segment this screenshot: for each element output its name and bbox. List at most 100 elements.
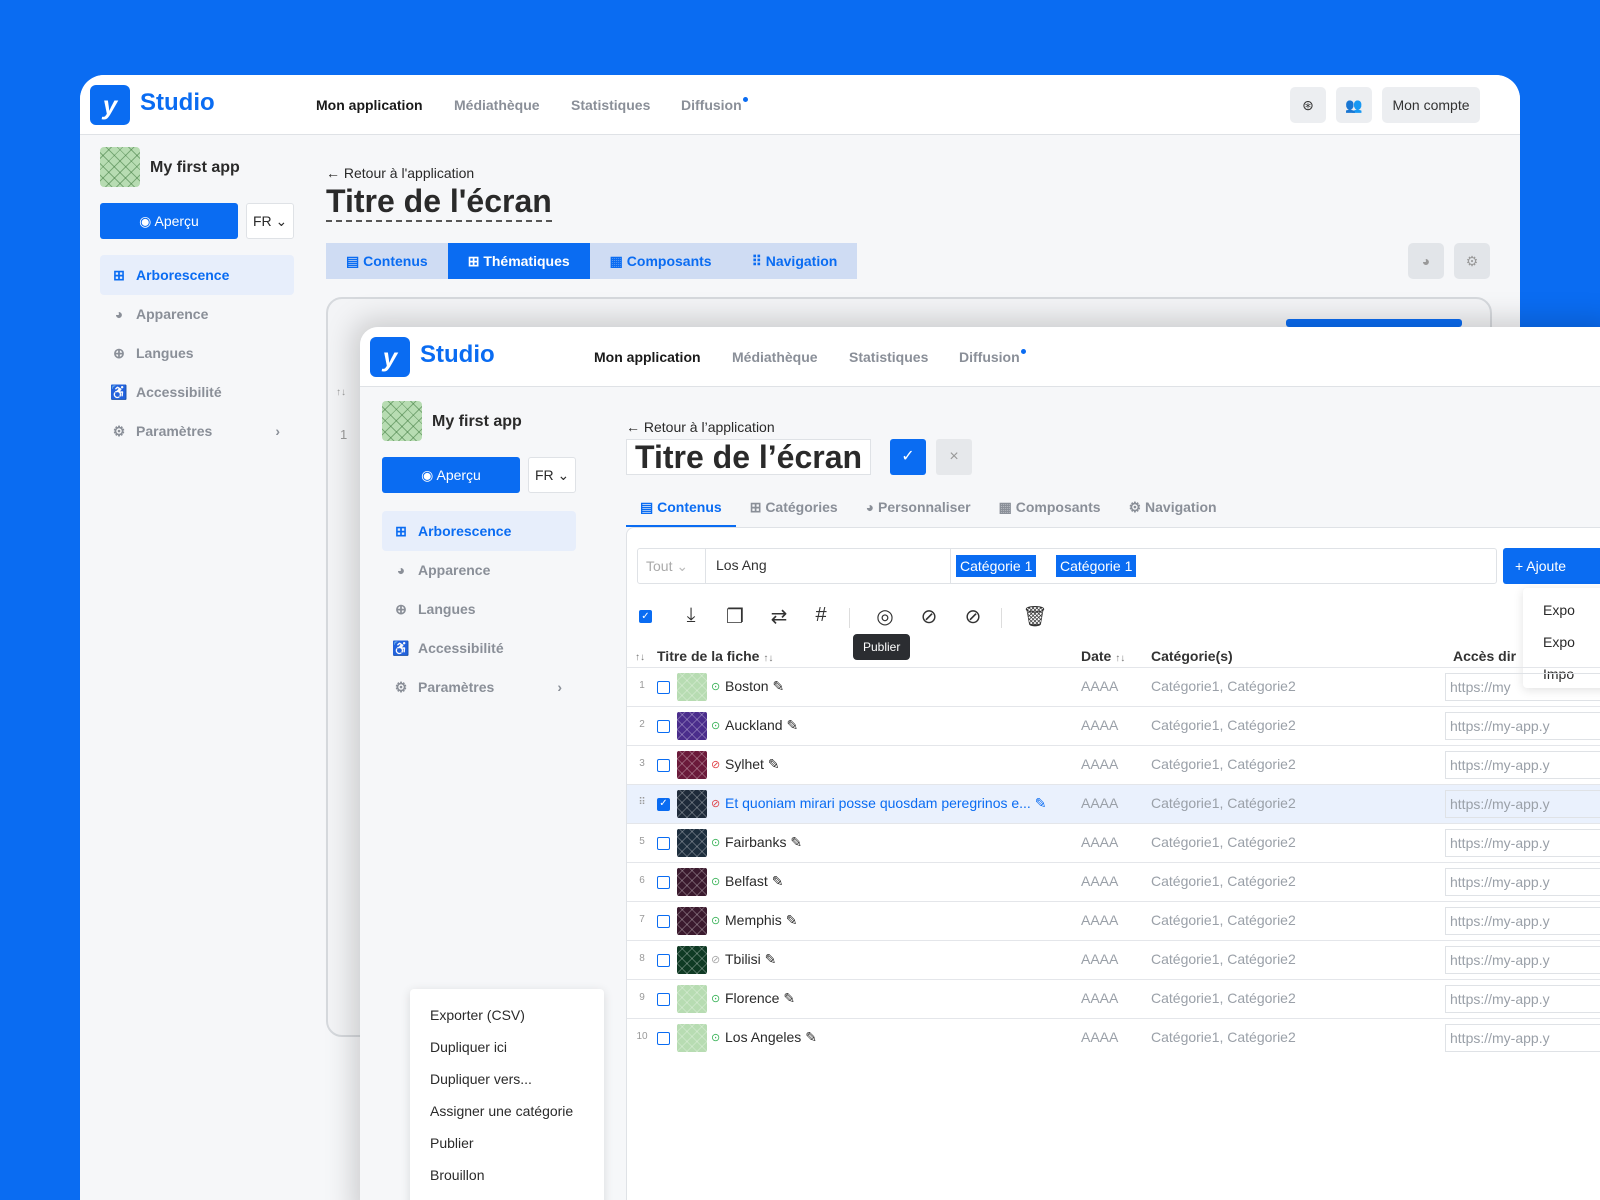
back-link[interactable]: ← Retour à l’application (626, 419, 775, 435)
account-button[interactable]: Mon compte (1382, 87, 1480, 123)
category-chip[interactable]: Catégorie 1 (1056, 555, 1137, 577)
pencil-icon[interactable]: ✎ (765, 951, 777, 967)
sidebar-item-parametres[interactable]: ⚙ Paramètres › (382, 667, 576, 707)
menu-item-duplicate-to[interactable]: Dupliquer vers... (410, 1063, 604, 1095)
preview-button[interactable]: ◉ Aperçu (382, 457, 520, 493)
sidebar-item-apparence[interactable]: ◕ Apparence (100, 294, 294, 334)
help-icon[interactable]: ⊛ (1290, 87, 1326, 123)
row-title[interactable]: Sylhet ✎ (725, 756, 780, 773)
table-row[interactable]: 5 ⊙ Fairbanks ✎ AAAA Catégorie1, Catégorie2 h… (627, 823, 1600, 862)
export-menu-item[interactable]: Expo (1523, 594, 1600, 626)
row-title[interactable]: Memphis ✎ (725, 912, 797, 929)
row-url-field[interactable]: https://my-app.y (1445, 868, 1600, 896)
row-checkbox[interactable] (657, 681, 670, 694)
studio-logo-icon[interactable]: y (370, 337, 410, 377)
table-row[interactable]: 6 ⊙ Belfast ✎ AAAA Catégorie1, Catégorie2 htt… (627, 862, 1600, 901)
tab-contenus[interactable]: ▤ Contenus (326, 243, 448, 279)
language-select[interactable]: FR ⌄ (246, 203, 294, 239)
row-title[interactable]: Florence ✎ (725, 990, 795, 1007)
tab-thematiques[interactable]: ⊞ Thématiques (447, 243, 590, 279)
trash-icon[interactable]: 🗑 (1021, 604, 1049, 629)
row-url-field[interactable]: https://my (1445, 673, 1600, 701)
move-icon[interactable]: ⇄ (765, 604, 793, 629)
page-title[interactable]: Titre de l'écran (326, 183, 552, 222)
row-title[interactable]: Belfast ✎ (725, 873, 783, 890)
tab-composants[interactable]: ▦ Composants (589, 243, 732, 279)
row-url-field[interactable]: https://my-app.y (1445, 751, 1600, 779)
sidebar-item-arborescence[interactable]: ⊞ Arborescence (100, 255, 294, 295)
nav-diffusion[interactable]: Diffusion (681, 97, 748, 113)
pencil-icon[interactable]: ✎ (786, 717, 798, 733)
add-button[interactable] (1286, 319, 1462, 327)
row-title[interactable]: Tbilisi ✎ (725, 951, 776, 968)
column-header-date[interactable]: Date ↑↓ (1081, 648, 1125, 664)
tab-navigation[interactable]: ⠿ Navigation (731, 243, 858, 279)
cancel-icon[interactable]: × (936, 439, 972, 475)
row-url-field[interactable]: https://my-app.y (1445, 790, 1600, 818)
hash-icon[interactable]: # (807, 604, 835, 627)
studio-logo-icon[interactable]: y (90, 85, 130, 125)
export-menu-item[interactable]: Expo (1523, 626, 1600, 658)
download-icon[interactable]: ⤓ (677, 604, 705, 627)
pencil-icon[interactable]: ✎ (786, 912, 798, 928)
sidebar-item-accessibilite[interactable]: ♿ Accessibilité (382, 628, 576, 668)
title-input[interactable]: Titre de l’écran (626, 439, 872, 475)
table-row[interactable]: 9 ⊙ Florence ✎ AAAA Catégorie1, Catégorie2 ht… (627, 979, 1600, 1018)
table-row[interactable]: 3 ⊘ Sylhet ✎ AAAA Catégorie1, Catégorie2 http… (627, 745, 1600, 784)
row-title[interactable]: Fairbanks ✎ (725, 834, 802, 851)
row-url-field[interactable]: https://my-app.y (1445, 829, 1600, 857)
row-title[interactable]: Et quoniam mirari posse quosdam peregrin… (725, 795, 1046, 812)
table-row[interactable]: 10 ⊙ Los Angeles ✎ AAAA Catégorie1, Catégori… (627, 1018, 1600, 1057)
table-row[interactable]: 2 ⊙ Auckland ✎ AAAA Catégorie1, Catégorie2 ht… (627, 706, 1600, 745)
pencil-icon[interactable]: ✎ (768, 756, 780, 772)
add-button[interactable]: + Ajoute (1503, 548, 1600, 584)
preview-button[interactable]: ◉ Aperçu (100, 203, 238, 239)
tab-contenus[interactable]: ▤ Contenus (626, 487, 736, 527)
row-checkbox[interactable] (657, 837, 670, 850)
back-link[interactable]: ← Retour à l'application (326, 165, 474, 181)
sidebar-item-parametres[interactable]: ⚙ Paramètres › (100, 411, 294, 451)
row-checkbox[interactable] (657, 759, 670, 772)
row-title[interactable]: Los Angeles ✎ (725, 1029, 817, 1046)
tab-personnaliser[interactable]: ◕ Personnaliser (852, 487, 985, 527)
column-header-title[interactable]: Titre de la fiche ↑↓ (657, 648, 773, 664)
draft-icon[interactable]: ⊘ (959, 604, 987, 629)
row-checkbox[interactable]: ✓ (657, 798, 670, 811)
table-row[interactable]: 1 ⊙ Boston ✎ AAAA Catégorie1, Catégorie2 http… (627, 667, 1600, 706)
table-row[interactable]: 8 ⊘ Tbilisi ✎ AAAA Catégorie1, Catégorie2 htt… (627, 940, 1600, 979)
nav-mediatheque[interactable]: Médiathèque (454, 97, 540, 113)
row-checkbox[interactable] (657, 1032, 670, 1045)
pencil-icon[interactable]: ✎ (772, 678, 784, 694)
sort-icon[interactable]: ↑↓ (336, 387, 346, 398)
menu-item-duplicate-here[interactable]: Dupliquer ici (410, 1031, 604, 1063)
table-row[interactable]: ⠿ ✓ ⊘ Et quoniam mirari posse quosdam pereg… (627, 784, 1600, 823)
nav-statistiques[interactable]: Statistiques (571, 97, 650, 113)
palette-icon[interactable]: ◕ (1408, 243, 1444, 279)
row-checkbox[interactable] (657, 954, 670, 967)
nav-mediatheque[interactable]: Médiathèque (732, 349, 818, 365)
nav-statistiques[interactable]: Statistiques (849, 349, 928, 365)
sidebar-item-accessibilite[interactable]: ♿ Accessibilité (100, 372, 294, 412)
sidebar-item-arborescence[interactable]: ⊞ Arborescence (382, 511, 576, 551)
row-url-field[interactable]: https://my-app.y (1445, 1024, 1600, 1052)
pencil-icon[interactable]: ✎ (1035, 795, 1047, 811)
unpublish-icon[interactable]: ⊘ (915, 604, 943, 629)
pencil-icon[interactable]: ✎ (790, 834, 802, 850)
table-row[interactable]: 7 ⊙ Memphis ✎ AAAA Catégorie1, Catégorie2 htt… (627, 901, 1600, 940)
confirm-icon[interactable]: ✓ (890, 439, 926, 475)
row-url-field[interactable]: https://my-app.y (1445, 946, 1600, 974)
pencil-icon[interactable]: ✎ (783, 990, 795, 1006)
row-url-field[interactable]: https://my-app.y (1445, 712, 1600, 740)
menu-item-draft[interactable]: Brouillon (410, 1159, 604, 1191)
gear-icon[interactable]: ⚙ (1454, 243, 1490, 279)
tab-categories[interactable]: ⊞ Catégories (736, 487, 852, 527)
row-checkbox[interactable] (657, 876, 670, 889)
row-title[interactable]: Auckland ✎ (725, 717, 798, 734)
language-select[interactable]: FR ⌄ (528, 457, 576, 493)
select-all-checkbox[interactable]: ✓ (639, 610, 652, 623)
row-url-field[interactable]: https://my-app.y (1445, 907, 1600, 935)
tab-navigation[interactable]: ⚙ Navigation (1115, 487, 1231, 527)
row-url-field[interactable]: https://my-app.y (1445, 985, 1600, 1013)
sort-icon[interactable]: ↑↓ (635, 652, 645, 663)
publish-icon[interactable]: ◎ (871, 604, 899, 629)
